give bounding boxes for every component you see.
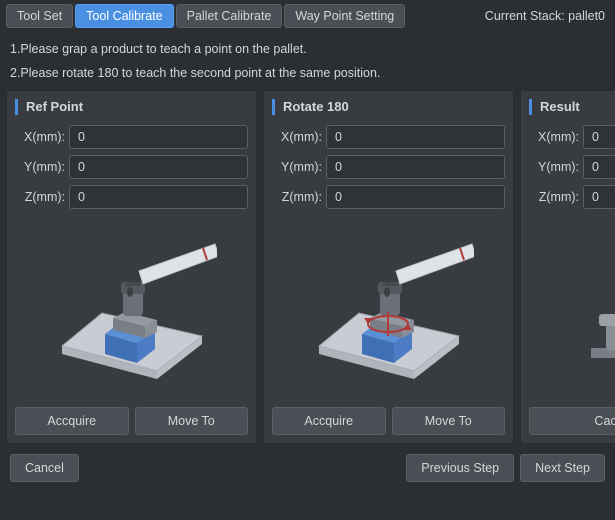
instruction-line-2: 2.Please rotate 180 to teach the second … xyxy=(10,62,605,86)
panel-title-result: Result xyxy=(529,97,615,117)
rotate-z-input[interactable] xyxy=(326,185,505,209)
footer: Cancel Previous Step Next Step xyxy=(0,444,615,492)
panel-rotate-180: Rotate 180 X(mm): Y(mm): Z(mm): xyxy=(263,90,514,444)
robot-rotate-icon xyxy=(304,226,474,396)
rotate-move-to-button[interactable]: Move To xyxy=(392,407,506,435)
tab-tool-set[interactable]: Tool Set xyxy=(6,4,73,28)
cancel-button[interactable]: Cancel xyxy=(10,454,79,482)
ref-accquire-button[interactable]: Accquire xyxy=(15,407,129,435)
rotate-illustration xyxy=(272,221,505,401)
rotate-x-input[interactable] xyxy=(326,125,505,149)
current-stack-label: Current Stack: pallet0 xyxy=(485,9,609,23)
instructions: 1.Please grap a product to teach a point… xyxy=(0,30,615,90)
ref-z-input[interactable] xyxy=(69,185,248,209)
robot-place-icon xyxy=(47,226,217,396)
ref-illustration xyxy=(15,221,248,401)
tab-tool-calibrate[interactable]: Tool Calibrate xyxy=(75,4,173,28)
panel-ref-point: Ref Point X(mm): Y(mm): Z(mm): xyxy=(6,90,257,444)
previous-step-button[interactable]: Previous Step xyxy=(406,454,514,482)
ref-z-label: Z(mm): xyxy=(15,190,65,204)
instruction-line-1: 1.Please grap a product to teach a point… xyxy=(10,38,605,62)
ref-x-input[interactable] xyxy=(69,125,248,149)
ref-y-label: Y(mm): xyxy=(15,160,65,174)
result-z-input[interactable] xyxy=(583,185,615,209)
rotate-x-label: X(mm): xyxy=(272,130,322,144)
rotate-y-input[interactable] xyxy=(326,155,505,179)
ref-y-input[interactable] xyxy=(69,155,248,179)
ref-move-to-button[interactable]: Move To xyxy=(135,407,249,435)
next-step-button[interactable]: Next Step xyxy=(520,454,605,482)
calculate-activate-button[interactable]: Caculate&Activate xyxy=(529,407,615,435)
result-y-input[interactable] xyxy=(583,155,615,179)
panel-result: Result X(mm): Y(mm): Z(mm): (Manual Inpu… xyxy=(520,90,615,444)
rotate-accquire-button[interactable]: Accquire xyxy=(272,407,386,435)
panel-title-ref: Ref Point xyxy=(15,97,248,117)
result-x-label: X(mm): xyxy=(529,130,579,144)
panel-title-rotate: Rotate 180 xyxy=(272,97,505,117)
result-illustration: H xyxy=(529,221,615,401)
tab-way-point-setting[interactable]: Way Point Setting xyxy=(284,4,405,28)
result-x-input[interactable] xyxy=(583,125,615,149)
rotate-y-label: Y(mm): xyxy=(272,160,322,174)
tabbar: Tool Set Tool Calibrate Pallet Calibrate… xyxy=(0,0,615,30)
result-y-label: Y(mm): xyxy=(529,160,579,174)
robot-height-icon: H xyxy=(561,226,615,396)
ref-x-label: X(mm): xyxy=(15,130,65,144)
result-z-label: Z(mm): xyxy=(529,190,579,204)
rotate-z-label: Z(mm): xyxy=(272,190,322,204)
tab-pallet-calibrate[interactable]: Pallet Calibrate xyxy=(176,4,283,28)
